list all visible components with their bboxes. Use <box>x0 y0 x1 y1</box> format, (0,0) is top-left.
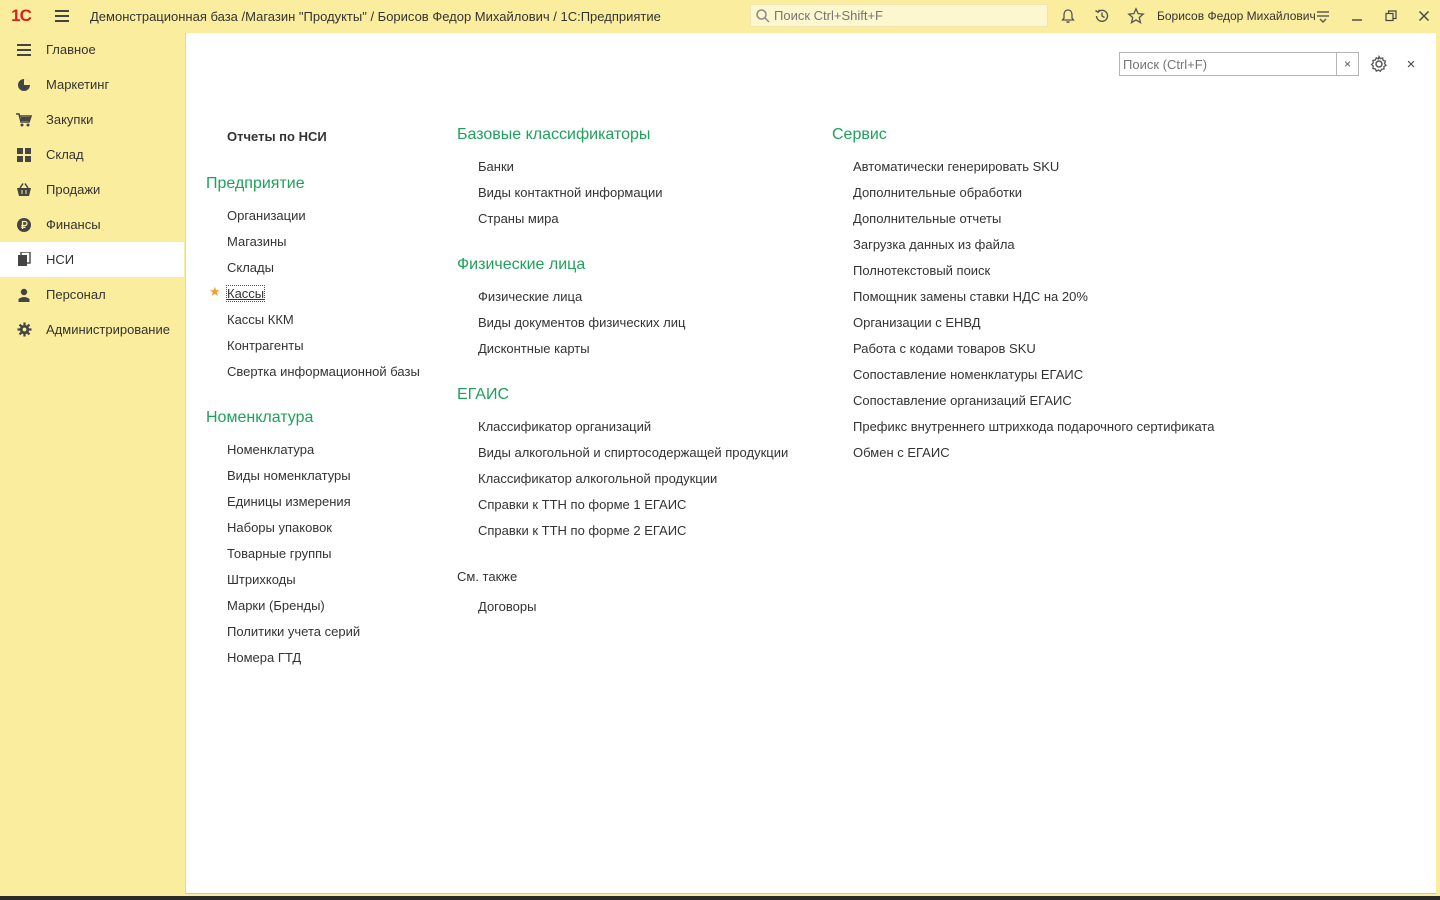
link-banks[interactable]: Банки <box>478 159 514 174</box>
pie-chart-icon <box>16 77 32 93</box>
sidebar-item-label: Маркетинг <box>46 77 110 92</box>
link-infobase-collapse[interactable]: Свертка информационной базы <box>227 364 420 379</box>
link-id-document-types[interactable]: Виды документов физических лиц <box>478 315 685 330</box>
sidebar-item-label: Главное <box>46 42 96 57</box>
link-extra-processing[interactable]: Дополнительные обработки <box>853 185 1022 200</box>
link-envd-orgs[interactable]: Организации с ЕНВД <box>853 315 981 330</box>
app-logo[interactable]: 1С <box>0 0 42 32</box>
link-brands[interactable]: Марки (Бренды) <box>227 598 325 613</box>
link-egais-org-match[interactable]: Сопоставление организаций ЕГАИС <box>853 393 1072 408</box>
link-nomenclature-types[interactable]: Виды номенклатуры <box>227 468 351 483</box>
link-counterparties[interactable]: Контрагенты <box>227 338 304 353</box>
link-units[interactable]: Единицы измерения <box>227 494 351 509</box>
clear-search-button[interactable]: × <box>1336 53 1358 75</box>
link-gtd-numbers[interactable]: Номера ГТД <box>227 650 301 665</box>
sidebar-item-sales[interactable]: Продажи <box>0 172 184 207</box>
sidebar-item-purchases[interactable]: Закупки <box>0 102 184 137</box>
link-contracts[interactable]: Договоры <box>478 599 536 614</box>
documents-icon <box>16 252 32 268</box>
sidebar-item-label: Продажи <box>46 182 101 197</box>
global-search-input[interactable] <box>774 8 1044 23</box>
section-title-service: Сервис <box>832 126 887 143</box>
link-individuals[interactable]: Физические лица <box>478 289 582 304</box>
sidebar-item-personnel[interactable]: Персонал <box>0 277 184 312</box>
sidebar-item-warehouse[interactable]: Склад <box>0 137 184 172</box>
section-title-enterprise: Предприятие <box>206 175 305 192</box>
section-title-egais: ЕГАИС <box>457 386 509 403</box>
search-icon <box>756 8 770 23</box>
grid-icon <box>16 147 32 163</box>
link-barcodes[interactable]: Штрихкоды <box>227 572 296 587</box>
main-menu-button[interactable] <box>42 0 82 32</box>
link-contact-info-types[interactable]: Виды контактной информации <box>478 185 663 200</box>
form-settings-gear-icon[interactable] <box>1369 54 1389 74</box>
sidebar-item-label: Финансы <box>46 217 101 232</box>
link-series-policies[interactable]: Политики учета серий <box>227 624 360 639</box>
sidebar-item-label: Закупки <box>46 112 94 127</box>
link-org-classifier[interactable]: Классификатор организаций <box>478 419 651 434</box>
link-auto-sku[interactable]: Автоматически генерировать SKU <box>853 159 1059 174</box>
link-fulltext-search[interactable]: Полнотекстовый поиск <box>853 263 990 278</box>
link-extra-reports[interactable]: Дополнительные отчеты <box>853 211 1001 226</box>
sidebar-item-administration[interactable]: Администрирование <box>0 312 184 347</box>
sidebar-item-marketing[interactable]: Маркетинг <box>0 67 184 102</box>
link-sku-codes[interactable]: Работа с кодами товаров SKU <box>853 341 1036 356</box>
link-vat-assistant[interactable]: Помощник замены ставки НДС на 20% <box>853 289 1088 304</box>
global-search[interactable] <box>750 4 1048 27</box>
history-icon[interactable] <box>1092 6 1112 26</box>
hamburger-icon <box>16 42 32 58</box>
settings-menu-icon[interactable] <box>1313 6 1333 26</box>
link-package-sets[interactable]: Наборы упаковок <box>227 520 332 535</box>
favorites-star-icon[interactable] <box>1126 6 1146 26</box>
link-kkm-cash-desks[interactable]: Кассы ККМ <box>227 312 294 327</box>
cart-icon <box>16 112 32 128</box>
sidebar-item-label: Персонал <box>46 287 106 302</box>
link-countries[interactable]: Страны мира <box>478 211 559 226</box>
section-title-nomenclature: Номенклатура <box>206 409 314 426</box>
section-title-individuals: Физические лица <box>457 256 586 273</box>
sidebar-item-finance[interactable]: Финансы <box>0 207 184 242</box>
reports-nsi-link[interactable]: Отчеты по НСИ <box>227 129 327 144</box>
current-user[interactable]: Борисов Федор Михайлович <box>1157 9 1316 23</box>
link-stores[interactable]: Магазины <box>227 234 287 249</box>
notifications-icon[interactable] <box>1058 6 1078 26</box>
person-icon <box>16 287 32 303</box>
section-title-basic-classifiers: Базовые классификаторы <box>457 126 651 143</box>
link-discount-cards[interactable]: Дисконтные карты <box>478 341 590 356</box>
link-product-groups[interactable]: Товарные группы <box>227 546 332 561</box>
sidebar-item-label: Администрирование <box>46 322 170 337</box>
ruble-icon <box>16 217 32 233</box>
minimize-icon[interactable] <box>1347 6 1367 26</box>
link-gift-barcode-prefix[interactable]: Префикс внутреннего штрихкода подарочног… <box>853 419 1214 434</box>
link-alcohol-classifier[interactable]: Классификатор алкогольной продукции <box>478 471 717 486</box>
taskbar-edge <box>0 896 1440 900</box>
link-warehouses[interactable]: Склады <box>227 260 274 275</box>
link-alcohol-types[interactable]: Виды алкогольной и спиртосодержащей прод… <box>478 445 788 460</box>
section-title-see-also: См. также <box>457 569 518 584</box>
link-egais-nomenclature-match[interactable]: Сопоставление номенклатуры ЕГАИС <box>853 367 1083 382</box>
sidebar-item-nsi[interactable]: НСИ <box>0 242 184 277</box>
sidebar-item-label: НСИ <box>46 252 75 267</box>
link-nomenclature[interactable]: Номенклатура <box>227 442 314 457</box>
link-organizations[interactable]: Организации <box>227 208 306 223</box>
close-window-icon[interactable] <box>1414 6 1434 26</box>
restore-icon[interactable] <box>1381 6 1401 26</box>
sections-panel: Главное Маркетинг Закупки Склад Продажи … <box>0 32 184 900</box>
form-search[interactable]: × <box>1119 52 1359 76</box>
link-egais-exchange[interactable]: Обмен с ЕГАИС <box>853 445 950 460</box>
link-data-import[interactable]: Загрузка данных из файла <box>853 237 1015 252</box>
sidebar-item-main[interactable]: Главное <box>0 32 184 67</box>
link-cash-desks[interactable]: Кассы <box>225 285 266 302</box>
shopping-basket-icon <box>16 182 32 198</box>
logo-text: 1С <box>11 6 32 25</box>
link-ttn-form2[interactable]: Справки к ТТН по форме 2 ЕГАИС <box>478 523 686 538</box>
window-title: Демонстрационная база /Магазин "Продукты… <box>90 8 661 24</box>
favorite-star-icon: ★ <box>209 284 221 299</box>
gear-icon <box>16 322 32 338</box>
form-search-input[interactable] <box>1120 53 1336 75</box>
close-form-button[interactable]: × <box>1401 54 1421 74</box>
sidebar-item-label: Склад <box>46 147 84 162</box>
nsi-section-form: × × Отчеты по НСИ Предприятие Организаци… <box>185 33 1436 894</box>
link-ttn-form1[interactable]: Справки к ТТН по форме 1 ЕГАИС <box>478 497 686 512</box>
